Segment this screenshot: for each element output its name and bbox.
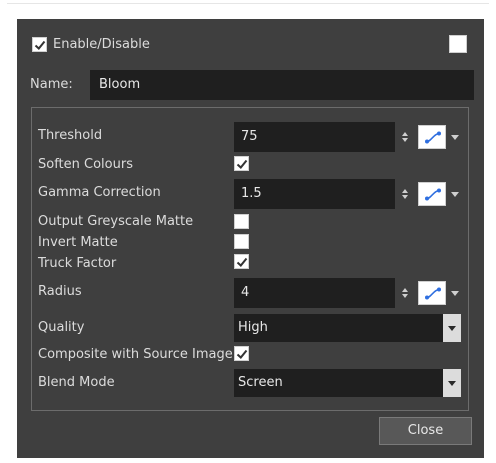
bloom-properties-dialog: Enable/Disable Name: Bloom Threshold 75 …: [17, 19, 484, 458]
gamma-correction-field[interactable]: 1.5: [234, 179, 395, 209]
gamma-spinner-icon[interactable]: [401, 187, 409, 201]
checkmark-icon: [34, 40, 45, 50]
checkmark-icon: [236, 257, 247, 267]
radius-function-button[interactable]: [418, 281, 446, 305]
soften-colours-checkbox[interactable]: [234, 156, 249, 171]
invert-matte-checkbox[interactable]: [234, 234, 249, 249]
threshold-label: Threshold: [38, 128, 103, 143]
checkmark-icon: [236, 349, 247, 359]
enable-checkbox[interactable]: [32, 37, 47, 52]
radius-field[interactable]: 4: [234, 278, 395, 308]
function-curve-icon: [425, 188, 441, 201]
gamma-function-button[interactable]: [418, 182, 446, 206]
threshold-spinner-icon[interactable]: [401, 130, 409, 144]
threshold-field[interactable]: 75: [234, 122, 395, 152]
gamma-menu-arrow-icon[interactable]: [451, 192, 459, 197]
name-label: Name:: [30, 77, 73, 92]
function-curve-icon: [425, 131, 441, 144]
truck-factor-label: Truck Factor: [38, 256, 117, 271]
blend-mode-select[interactable]: Screen: [234, 369, 461, 397]
close-button[interactable]: Close: [379, 417, 472, 445]
blend-mode-label: Blend Mode: [38, 375, 115, 390]
output-greyscale-matte-checkbox[interactable]: [234, 214, 249, 229]
checkmark-icon: [236, 159, 247, 169]
composite-with-source-label: Composite with Source Image: [38, 347, 233, 362]
invert-matte-label: Invert Matte: [38, 235, 118, 250]
radius-spinner-icon[interactable]: [401, 286, 409, 300]
soften-colours-label: Soften Colours: [38, 157, 133, 172]
radius-menu-arrow-icon[interactable]: [451, 291, 459, 296]
corner-swatch-checkbox[interactable]: [449, 35, 467, 53]
chevron-down-icon[interactable]: [442, 369, 461, 397]
quality-value: High: [238, 320, 268, 335]
top-divider: [7, 3, 489, 4]
blend-mode-value: Screen: [238, 375, 283, 390]
quality-label: Quality: [38, 320, 85, 335]
composite-with-source-checkbox[interactable]: [234, 346, 249, 361]
parameters-group: Threshold 75 Soften Colours Gamma Correc…: [31, 107, 469, 411]
gamma-correction-label: Gamma Correction: [38, 185, 161, 200]
enable-label: Enable/Disable: [53, 37, 150, 52]
chevron-down-icon[interactable]: [442, 314, 461, 342]
truck-factor-checkbox[interactable]: [234, 254, 249, 269]
quality-select[interactable]: High: [234, 314, 461, 342]
radius-label: Radius: [38, 284, 82, 299]
name-field[interactable]: Bloom: [90, 70, 474, 100]
function-curve-icon: [425, 287, 441, 300]
threshold-menu-arrow-icon[interactable]: [451, 135, 459, 140]
threshold-function-button[interactable]: [418, 125, 446, 149]
output-greyscale-matte-label: Output Greyscale Matte: [38, 214, 194, 229]
